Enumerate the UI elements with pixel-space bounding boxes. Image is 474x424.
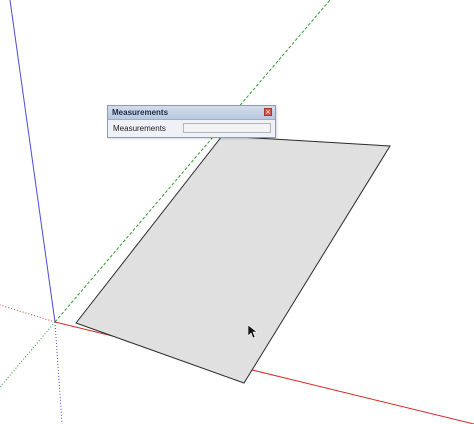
measurements-label: Measurements [113,124,166,133]
measurements-title: Measurements [112,108,169,117]
measurements-body: Measurements [108,120,275,137]
scene-canvas[interactable] [0,0,474,424]
rectangle-face[interactable] [75,135,391,384]
measurements-titlebar[interactable]: Measurements × [108,106,275,120]
green-axis-negative-line [0,321,56,388]
blue-axis-line [9,0,56,323]
red-axis-negative-line [0,304,56,323]
close-icon[interactable]: × [264,108,272,116]
blue-axis-negative-line [54,321,63,424]
modeling-viewport[interactable]: Measurements × Measurements [0,0,474,424]
measurements-window: Measurements × Measurements [107,105,276,138]
measurements-input[interactable] [183,123,271,133]
arrow-cursor-icon [248,325,258,339]
